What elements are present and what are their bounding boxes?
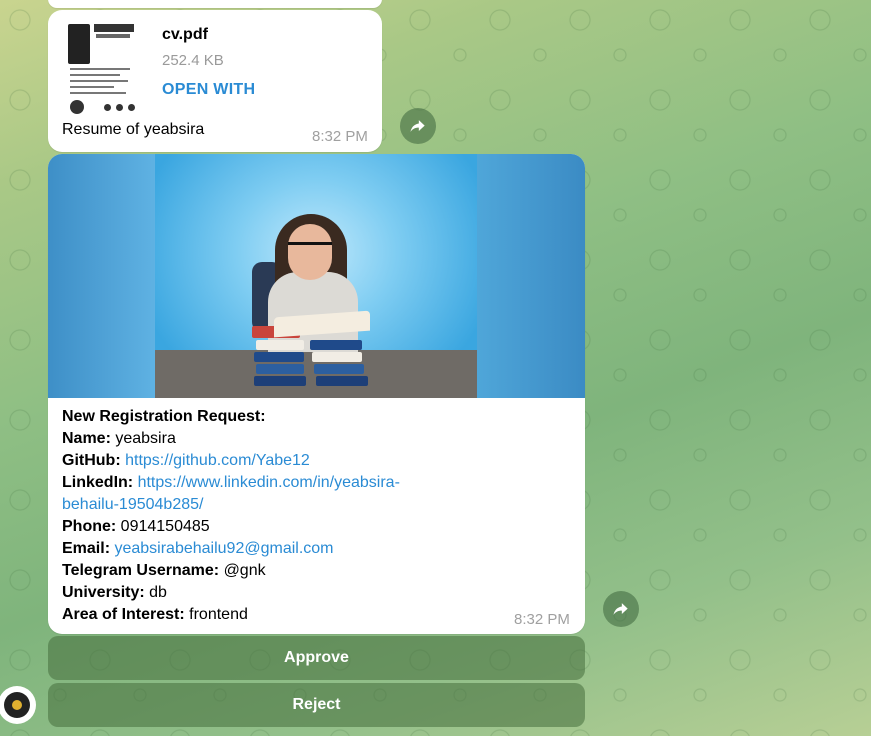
thumbnail-dot <box>104 104 111 111</box>
document-caption: Resume of yeabsira <box>62 121 205 138</box>
message-time: 8:32 PM <box>312 128 368 145</box>
university-label: University: <box>62 584 145 601</box>
open-with-button[interactable]: OPEN WITH <box>162 81 255 99</box>
photo-book <box>310 340 362 350</box>
name-label: Name: <box>62 430 111 447</box>
forward-arrow-icon <box>613 603 628 615</box>
photo-book <box>256 340 304 350</box>
photo-book <box>254 376 306 386</box>
university-value: db <box>149 584 167 601</box>
linkedin-link-continued[interactable]: behailu-19504b285/ <box>62 496 203 513</box>
registration-details: New Registration Request: Name: yeabsira… <box>62 406 572 626</box>
photo-book <box>312 352 362 362</box>
message-time: 8:32 PM <box>514 611 570 628</box>
file-size: 252.4 KB <box>162 52 224 69</box>
registration-message-bubble: New Registration Request: Name: yeabsira… <box>48 154 585 634</box>
photo-glasses <box>288 242 332 255</box>
linkedin-label: LinkedIn: <box>62 474 134 491</box>
interest-label: Area of Interest: <box>62 606 185 623</box>
thumbnail-name-bar <box>94 24 134 32</box>
github-label: GitHub: <box>62 452 121 469</box>
file-name: cv.pdf <box>162 26 208 43</box>
previous-message-bubble <box>48 0 382 8</box>
photo-book <box>314 364 364 374</box>
thumbnail-line <box>70 80 128 82</box>
photo-book <box>316 376 368 386</box>
phone-label: Phone: <box>62 518 117 535</box>
thumbnail-dot <box>70 100 84 114</box>
name-value: yeabsira <box>115 430 176 447</box>
resume-thumbnail[interactable] <box>66 18 138 114</box>
photo-book <box>254 352 304 362</box>
forward-button[interactable] <box>603 591 639 627</box>
telegram-value: @gnk <box>223 562 266 579</box>
reject-button[interactable]: Reject <box>48 683 585 727</box>
thumbnail-line <box>70 86 114 88</box>
thumbnail-subtitle-bar <box>96 34 130 38</box>
forward-button[interactable] <box>400 108 436 144</box>
thumbnail-line <box>70 74 120 76</box>
registration-heading: New Registration Request: <box>62 408 266 425</box>
linkedin-link[interactable]: https://www.linkedin.com/in/yeabsira- <box>138 474 400 491</box>
interest-value: frontend <box>189 606 248 623</box>
avatar-image <box>4 692 30 718</box>
thumbnail-photo <box>68 24 90 64</box>
thumbnail-dot <box>116 104 123 111</box>
forward-arrow-icon <box>410 120 425 132</box>
telegram-label: Telegram Username: <box>62 562 220 579</box>
woman-reading-books-photo[interactable] <box>48 154 585 398</box>
thumbnail-line <box>70 68 130 70</box>
thumbnail-line <box>70 92 126 94</box>
photo-book <box>256 364 304 374</box>
thumbnail-dot <box>128 104 135 111</box>
document-message-bubble: cv.pdf 252.4 KB OPEN WITH Resume of yeab… <box>48 10 382 152</box>
approve-button[interactable]: Approve <box>48 636 585 680</box>
github-link[interactable]: https://github.com/Yabe12 <box>125 452 310 469</box>
phone-value: 0914150485 <box>120 518 210 535</box>
email-label: Email: <box>62 540 111 557</box>
email-link[interactable]: yeabsirabehailu92@gmail.com <box>114 540 333 557</box>
